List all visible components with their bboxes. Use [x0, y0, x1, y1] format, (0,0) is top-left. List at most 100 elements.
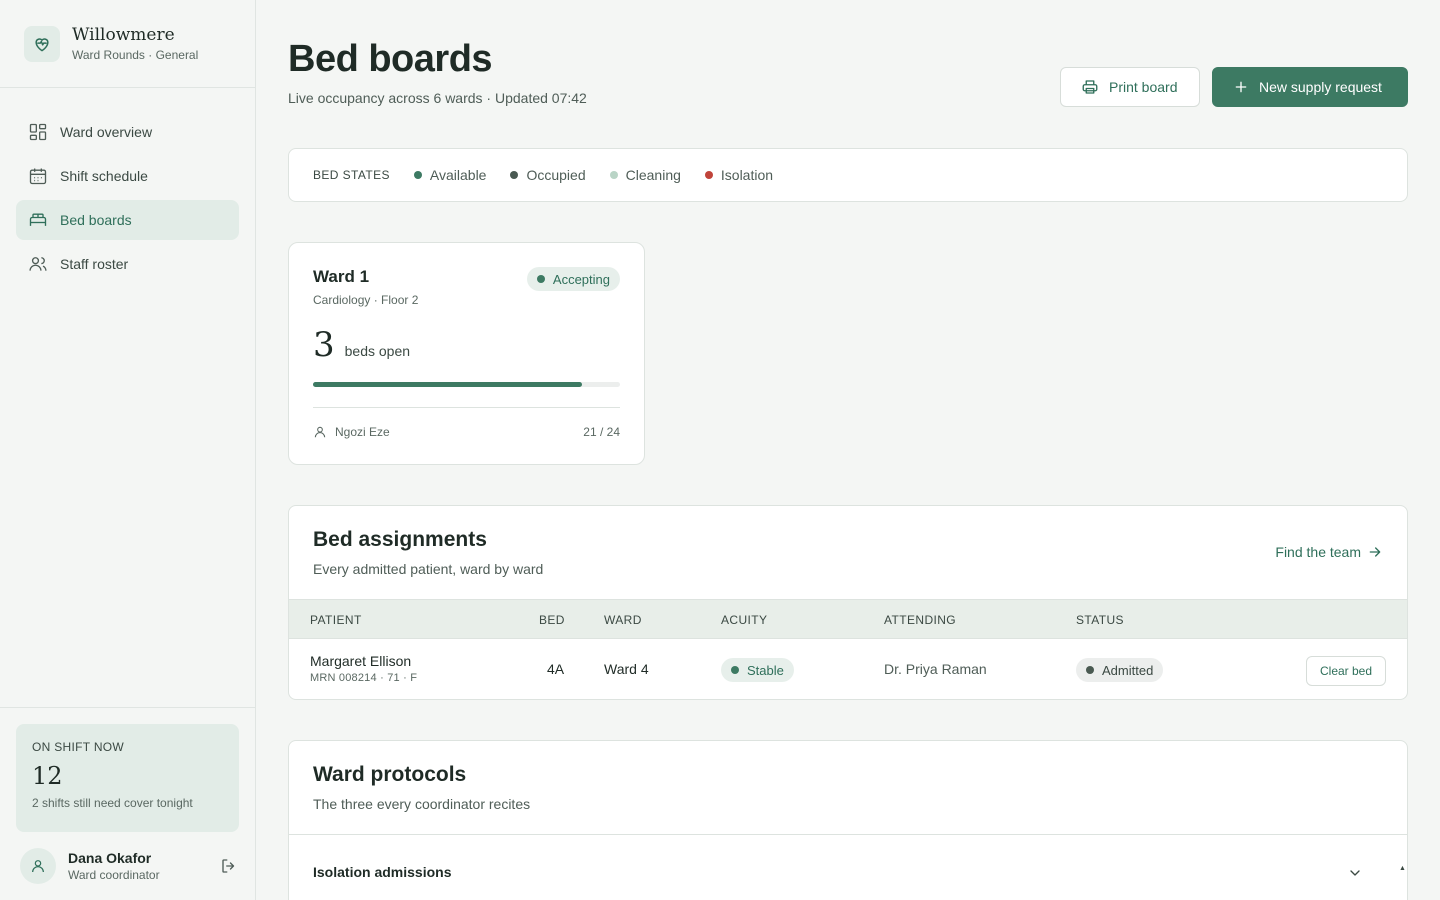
column-header-patient[interactable]: PATIENT	[310, 613, 362, 627]
find-the-team-label: Find the team	[1275, 544, 1361, 560]
logout-icon[interactable]	[220, 857, 238, 880]
scroll-up-icon[interactable]: ▲	[1399, 865, 1406, 872]
users-icon	[29, 257, 47, 271]
accordion-label: Isolation admissions	[313, 864, 452, 880]
user-icon	[314, 426, 326, 438]
brand-subtitle: Ward Rounds · General	[72, 48, 199, 62]
table-row[interactable]: Margaret Ellison MRN 008214 · 71 · F 4A …	[289, 639, 1407, 699]
patient-mrn: MRN 008214 · 71 · F	[310, 672, 418, 684]
bed-cell: 4A	[547, 661, 565, 677]
user-icon	[32, 860, 44, 873]
occupancy-bar	[313, 382, 620, 387]
brand-name: Willowmere	[72, 25, 175, 45]
on-shift-card: ON SHIFT NOW 12 2 shifts still need cove…	[16, 724, 239, 832]
occupancy-bar-fill	[313, 382, 582, 387]
ward-protocols-subtitle: The three every coordinator recites	[313, 796, 531, 812]
bed-assignments-subtitle: Every admitted patient, ward by ward	[313, 561, 544, 577]
sidebar-item-staff-roster[interactable]: Staff roster	[16, 244, 239, 284]
print-board-button[interactable]: Print board	[1060, 67, 1200, 107]
sidebar-item-label: Ward overview	[60, 124, 153, 140]
status-dot	[609, 171, 618, 179]
ward-protocols-panel: Ward protocols The three every coordinat…	[288, 740, 1408, 900]
sidebar-divider	[0, 707, 255, 708]
shift-count: 12	[32, 762, 63, 790]
sidebar-item-label: Shift schedule	[60, 168, 148, 184]
plus-icon	[1235, 81, 1247, 93]
sidebar-nav: Ward overview Shift schedule Bed boards …	[0, 88, 255, 312]
status-dot	[704, 171, 713, 179]
ward-cell: Ward 4	[604, 661, 649, 677]
column-header-ward[interactable]: WARD	[604, 613, 642, 627]
status-badge: Admitted	[1076, 658, 1164, 682]
acuity-label: Stable	[747, 662, 784, 678]
column-header-attending[interactable]: ATTENDING	[884, 613, 956, 627]
printer-icon	[1082, 80, 1098, 94]
bed-icon	[29, 213, 47, 226]
legend-label: Isolation	[720, 167, 774, 183]
new-supply-request-button[interactable]: New supply request	[1212, 67, 1408, 107]
status-dot	[1086, 666, 1094, 674]
legend-item-isolation: Isolation	[704, 167, 774, 183]
ward-bed-count: 21 / 24	[583, 425, 620, 439]
user-profile[interactable]: Dana Okafor Ward coordinator	[20, 848, 240, 884]
sidebar-item-shift-schedule[interactable]: Shift schedule	[16, 156, 239, 196]
calendar-icon	[29, 168, 47, 185]
bed-assignments-panel: Bed assignments Every admitted patient, …	[288, 505, 1408, 700]
ward-card-footer: Ngozi Eze 21 / 24	[313, 425, 620, 439]
status-dot	[536, 275, 545, 283]
print-board-label: Print board	[1109, 79, 1178, 95]
status-dot	[731, 666, 739, 674]
legend-item-cleaning: Cleaning	[609, 167, 681, 183]
user-role: Ward coordinator	[68, 868, 160, 882]
acuity-badge: Stable	[721, 658, 794, 682]
legend-label: Available	[429, 167, 487, 183]
status-dot	[510, 171, 519, 179]
ward-card[interactable]: Ward 1 Cardiology · Floor 2 Accepting 3 …	[288, 242, 645, 465]
accordion-isolation-admissions[interactable]: Isolation admissions ▲	[289, 835, 1407, 900]
grid-icon	[29, 123, 47, 141]
sidebar-item-ward-overview[interactable]: Ward overview	[16, 112, 239, 152]
sidebar: Willowmere Ward Rounds · General Ward ov…	[0, 0, 256, 900]
new-supply-request-label: New supply request	[1259, 79, 1382, 95]
brand: Willowmere Ward Rounds · General	[0, 0, 255, 88]
legend-item-available: Available	[413, 167, 487, 183]
ward-nurse: Ngozi Eze	[335, 425, 390, 439]
legend-title: BED STATES	[313, 168, 390, 182]
user-name: Dana Okafor	[68, 850, 152, 866]
legend-label: Cleaning	[625, 167, 681, 183]
page-title: Bed boards	[288, 38, 493, 80]
column-header-bed[interactable]: BED	[539, 613, 565, 627]
find-the-team-link[interactable]: Find the team	[1275, 544, 1383, 560]
patient-cell: Margaret Ellison MRN 008214 · 71 · F	[310, 653, 417, 684]
bed-assignments-title: Bed assignments	[313, 528, 487, 551]
avatar	[20, 848, 56, 884]
sidebar-item-label: Staff roster	[60, 256, 129, 272]
sidebar-item-bed-boards[interactable]: Bed boards	[16, 200, 239, 240]
ward-status-label: Accepting	[552, 271, 610, 287]
table-header: PATIENT BED WARD ACUITY ATTENDING STATUS	[289, 599, 1407, 639]
legend-item-occupied: Occupied	[510, 167, 586, 183]
beds-open: 3 beds open	[313, 325, 410, 365]
bed-states-legend: BED STATES Available Occupied Cleaning I…	[288, 148, 1408, 202]
status-label: Admitted	[1102, 662, 1154, 678]
ward-subtitle: Cardiology · Floor 2	[313, 293, 419, 307]
status-dot	[413, 171, 422, 179]
patient-name: Margaret Ellison	[310, 653, 412, 669]
legend-label: Occupied	[526, 167, 586, 183]
chevron-down-icon	[1350, 870, 1360, 876]
ward-card-divider	[313, 407, 620, 408]
arrow-right-icon	[1369, 547, 1381, 557]
ward-protocols-title: Ward protocols	[313, 763, 467, 786]
shift-note: 2 shifts still need cover tonight	[32, 796, 193, 810]
beds-open-label: beds open	[344, 343, 411, 359]
column-header-acuity[interactable]: ACUITY	[721, 613, 767, 627]
column-header-status[interactable]: STATUS	[1076, 613, 1124, 627]
page-subtitle: Live occupancy across 6 wards · Updated …	[288, 90, 587, 106]
beds-open-count: 3	[313, 325, 335, 365]
heart-pulse-icon	[24, 25, 60, 62]
clear-bed-button[interactable]: Clear bed	[1306, 656, 1387, 686]
sidebar-item-label: Bed boards	[60, 212, 132, 228]
ward-status-badge: Accepting	[526, 267, 620, 291]
attending-cell: Dr. Priya Raman	[884, 661, 987, 677]
shift-label: ON SHIFT NOW	[32, 740, 125, 754]
